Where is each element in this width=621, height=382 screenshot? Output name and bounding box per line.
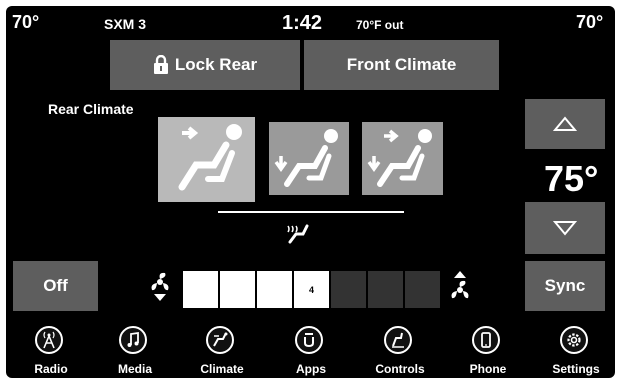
temp-down-button[interactable] xyxy=(525,202,605,254)
fan-level-2[interactable] xyxy=(220,271,255,308)
nav-phone-label: Phone xyxy=(469,362,507,376)
floor-vent-icon xyxy=(274,129,338,187)
lock-icon xyxy=(153,55,168,74)
nav-apps-label: Apps xyxy=(296,362,326,376)
panel-vent-icon xyxy=(178,124,242,191)
mode-floor-button[interactable] xyxy=(269,122,349,195)
fan-off-button[interactable]: Off xyxy=(13,261,98,311)
climate-screen: 70° SXM 3 1:42 70°F out 70° Lock Rear Fr… xyxy=(6,6,615,378)
fan-level-5[interactable] xyxy=(331,271,366,308)
sync-button[interactable]: Sync xyxy=(525,261,605,311)
outside-temp: 70°F out xyxy=(356,18,404,32)
rear-climate-title: Rear Climate xyxy=(48,101,134,117)
phone-icon xyxy=(472,326,500,354)
audio-source: SXM 3 xyxy=(104,16,147,32)
nav-climate[interactable]: Climate xyxy=(187,322,257,378)
nav-radio-label: Radio xyxy=(34,362,68,376)
nav-media[interactable]: Media xyxy=(100,322,170,378)
gear-icon xyxy=(560,326,588,354)
fan-down-icon[interactable] xyxy=(149,272,171,302)
nav-settings[interactable]: Settings xyxy=(541,322,611,378)
apps-icon xyxy=(295,326,323,354)
clock: 1:42 xyxy=(282,12,323,34)
triangle-down-icon xyxy=(553,221,577,236)
music-note-icon xyxy=(119,326,147,354)
fan-level-3[interactable] xyxy=(257,271,292,308)
triangle-up-icon xyxy=(553,116,577,131)
passenger-temp: 70° xyxy=(576,12,604,32)
nav-radio[interactable]: Radio xyxy=(16,322,86,378)
nav-controls-label: Controls xyxy=(375,362,425,376)
mode-divider xyxy=(218,211,404,213)
nav-phone[interactable]: Phone xyxy=(453,322,523,378)
fan-up-icon[interactable] xyxy=(449,269,471,301)
bilevel-vent-icon xyxy=(367,129,432,187)
mode-bilevel-button[interactable] xyxy=(362,122,443,195)
fan-level-7[interactable] xyxy=(405,271,440,308)
mode-panel-button[interactable] xyxy=(158,117,255,202)
nav-settings-label: Settings xyxy=(552,362,600,376)
fan-level-6[interactable] xyxy=(368,271,403,308)
temp-up-button[interactable] xyxy=(525,99,605,149)
fan-level-4[interactable]: 4 xyxy=(294,271,329,308)
nav-media-label: Media xyxy=(117,362,152,376)
fan-level-1[interactable] xyxy=(183,271,218,308)
nav-apps[interactable]: Apps xyxy=(276,322,346,378)
climate-icon xyxy=(206,326,234,354)
nav-controls[interactable]: Controls xyxy=(365,322,435,378)
lock-rear-label: Lock Rear xyxy=(174,55,258,74)
front-climate-button[interactable]: Front Climate xyxy=(304,40,499,90)
heated-seat-icon[interactable] xyxy=(286,222,312,246)
radio-icon xyxy=(35,326,63,354)
lock-rear-button[interactable]: Lock Rear xyxy=(110,40,300,90)
nav-climate-label: Climate xyxy=(200,362,244,376)
rear-set-temp: 75° xyxy=(544,158,599,199)
driver-temp: 70° xyxy=(12,12,40,32)
controls-icon xyxy=(384,326,412,354)
